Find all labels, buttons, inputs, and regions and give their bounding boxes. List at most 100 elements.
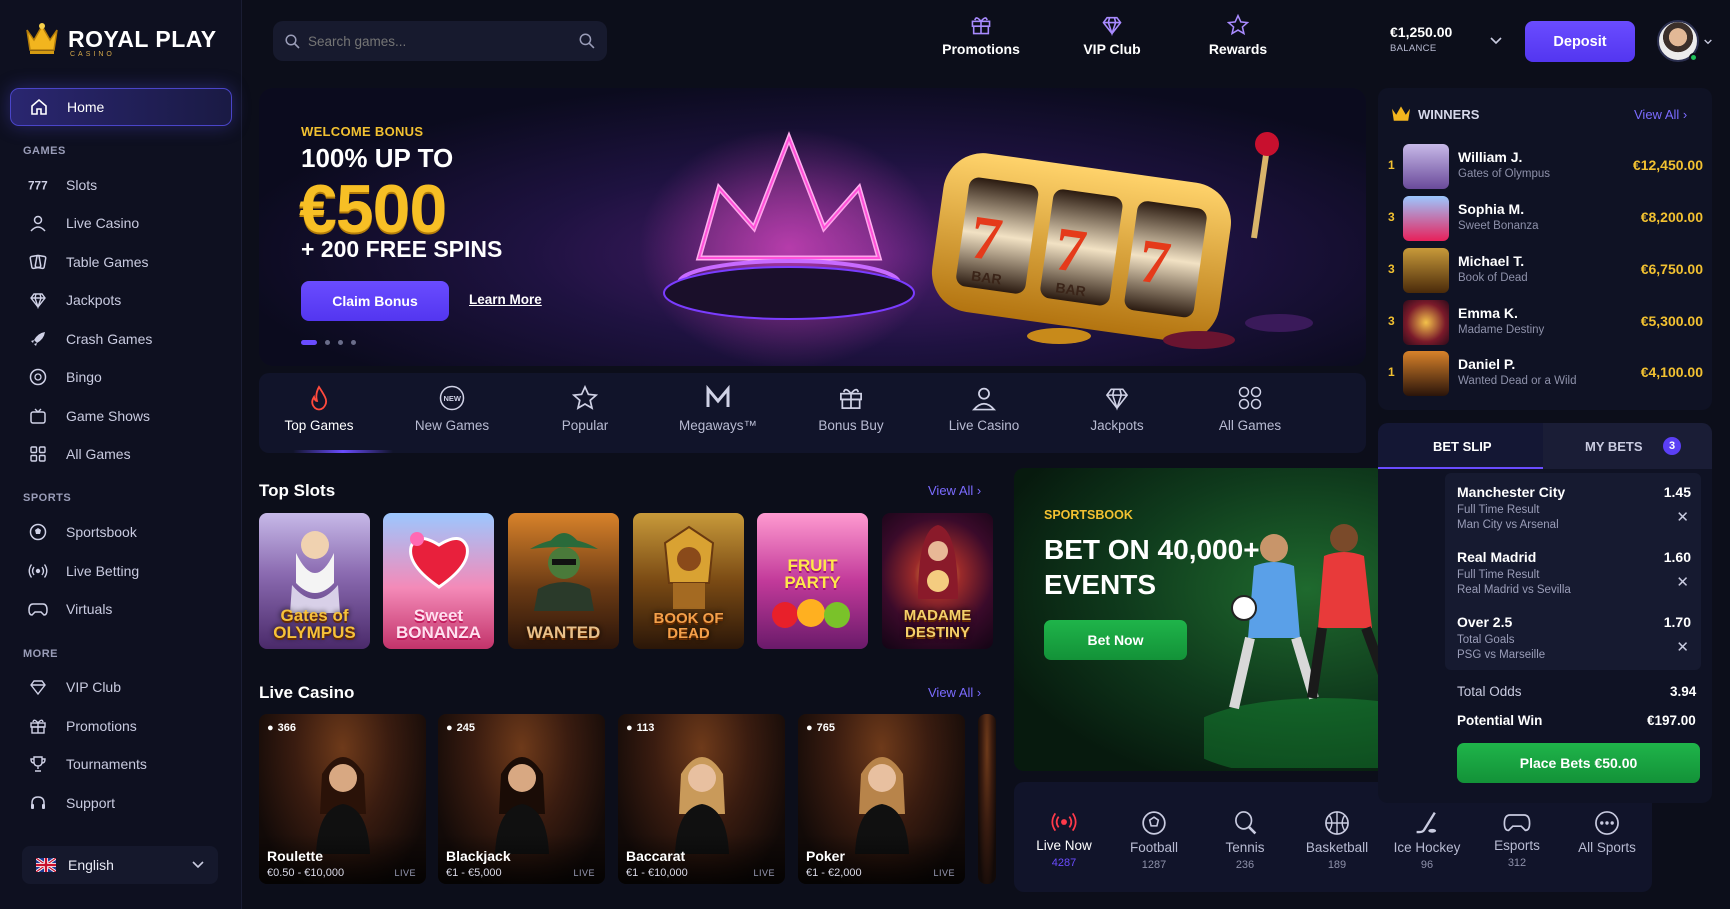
live-casino-view-all[interactable]: View All ›: [928, 685, 981, 700]
winner-row[interactable]: 3 Emma K. Madame Destiny €5,300.00: [1388, 298, 1703, 346]
place-bets-button[interactable]: Place Bets €50.00: [1457, 743, 1700, 783]
sport-ice-hockey[interactable]: Ice Hockey 96: [1382, 810, 1472, 871]
game-tile-fruit-party[interactable]: FRUIT PARTY: [757, 513, 868, 649]
sport-label: Tennis: [1225, 840, 1265, 855]
learn-more-link[interactable]: Learn More: [469, 292, 542, 307]
game-tile-gates-of-olympus[interactable]: Gates of OLYMPUS: [259, 513, 370, 649]
top-nav-promotions[interactable]: Promotions: [940, 14, 1022, 57]
selection-market: Total Goals: [1457, 634, 1515, 646]
sidebar-item-live-casino[interactable]: Live Casino: [10, 204, 232, 242]
sidebar-item-home[interactable]: Home: [10, 88, 232, 126]
top-slots-view-all[interactable]: View All ›: [928, 483, 981, 498]
sport-all-sports[interactable]: All Sports: [1562, 810, 1652, 855]
sidebar-item-jackpots[interactable]: Jackpots: [10, 281, 232, 319]
language-selector[interactable]: English: [22, 846, 218, 884]
logo[interactable]: ROYAL PLAY: [24, 22, 217, 56]
category-label: All Games: [1218, 418, 1282, 433]
category-live-casino[interactable]: Live Casino: [924, 385, 1044, 433]
live-table-roulette[interactable]: ● 366 Roulette €0.50 - €10,000 LIVE: [259, 714, 426, 884]
search-bar[interactable]: [273, 21, 607, 61]
winner-game-thumb: [1403, 196, 1449, 241]
category-jackpots[interactable]: Jackpots: [1057, 385, 1177, 433]
balance-label: BALANCE: [1390, 43, 1437, 54]
category-bonus-buy[interactable]: Bonus Buy: [791, 385, 911, 433]
bet-selection: Real Madrid Full Time Result Real Madrid…: [1445, 543, 1701, 603]
section-label-more: MORE: [23, 648, 58, 660]
search-input[interactable]: [308, 33, 571, 49]
category-top-games[interactable]: Top Games: [259, 385, 379, 433]
winner-game-thumb: [1403, 144, 1449, 189]
sidebar-item-slots[interactable]: 777 Slots: [10, 166, 232, 204]
football-icon: [28, 522, 48, 542]
sidebar-item-vip-club[interactable]: VIP Club: [10, 668, 232, 706]
category-all-games[interactable]: All Games: [1190, 385, 1310, 433]
sport-label: Esports: [1494, 838, 1540, 853]
sidebar-item-table-games[interactable]: Table Games: [10, 243, 232, 281]
game-tile-wanted[interactable]: WANTED: [508, 513, 619, 649]
sport-basketball[interactable]: Basketball 189: [1292, 810, 1382, 871]
sidebar-item-tournaments[interactable]: Tournaments: [10, 745, 232, 783]
claim-bonus-button[interactable]: Claim Bonus: [301, 281, 449, 321]
diamond-icon: [1104, 385, 1130, 411]
sidebar-item-promotions[interactable]: Promotions: [10, 707, 232, 745]
selection-game: Real Madrid vs Sevilla: [1457, 584, 1571, 596]
player-count: ● 765: [806, 722, 836, 734]
sidebar-item-game-shows[interactable]: Game Shows: [10, 397, 232, 435]
category-new-games[interactable]: NEW New Games: [392, 385, 512, 433]
sidebar-item-bingo[interactable]: Bingo: [10, 358, 232, 396]
sidebar-item-sportsbook[interactable]: Sportsbook: [10, 513, 232, 551]
game-tile-book-of-dead[interactable]: BOOK OF DEAD: [633, 513, 744, 649]
player-count: ● 245: [446, 722, 476, 734]
chevron-down-icon[interactable]: [1704, 39, 1712, 45]
football-icon: [1141, 810, 1167, 836]
winner-row[interactable]: 3 Sophia M. Sweet Bonanza €8,200.00: [1388, 194, 1703, 242]
sidebar-item-crash-games[interactable]: Crash Games: [10, 320, 232, 358]
sport-label: Football: [1129, 840, 1179, 855]
sport-count: 312: [1507, 857, 1527, 869]
tab-my-bets[interactable]: MY BETS 3: [1543, 423, 1712, 469]
game-tile-sweet-bonanza[interactable]: Sweet BONANZA: [383, 513, 494, 649]
live-table-baccarat[interactable]: ● 113 Baccarat €1 - €10,000 LIVE: [618, 714, 785, 884]
close-icon[interactable]: ✕: [1676, 573, 1689, 591]
category-megaways[interactable]: Megaways™: [658, 385, 778, 433]
game-tile-madame-destiny[interactable]: MADAME DESTINY: [882, 513, 993, 649]
diamond-icon: [28, 290, 48, 310]
search-submit-icon[interactable]: [579, 33, 595, 49]
close-icon[interactable]: ✕: [1676, 638, 1689, 656]
bet-now-button[interactable]: Bet Now: [1044, 620, 1187, 660]
close-icon[interactable]: ✕: [1676, 508, 1689, 526]
carousel-dot[interactable]: [301, 340, 317, 345]
carousel-dot[interactable]: [338, 340, 343, 345]
winner-rank: 3: [1388, 262, 1395, 276]
live-table-poker[interactable]: ● 765 Poker €1 - €2,000 LIVE: [798, 714, 965, 884]
winner-row[interactable]: 1 William J. Gates of Olympus €12,450.00: [1388, 142, 1703, 190]
carousel-dot[interactable]: [325, 340, 330, 345]
sport-label: All Sports: [1578, 840, 1636, 855]
top-nav-vip-club[interactable]: VIP Club: [1072, 14, 1152, 57]
total-odds-label: Total Odds: [1457, 684, 1522, 699]
carousel-dot[interactable]: [351, 340, 356, 345]
live-table-blackjack[interactable]: ● 245 Blackjack €1 - €5,000 LIVE: [438, 714, 605, 884]
winners-view-all[interactable]: View All ›: [1634, 107, 1687, 122]
winner-row[interactable]: 1 Daniel P. Wanted Dead or a Wild €4,100…: [1388, 349, 1703, 397]
top-nav-label: Rewards: [1208, 41, 1268, 57]
winner-row[interactable]: 3 Michael T. Book of Dead €6,750.00: [1388, 246, 1703, 294]
slot-title: Sweet BONANZA: [396, 606, 481, 642]
balance-widget[interactable]: €1,250.00 BALANCE: [1390, 24, 1500, 60]
top-nav-rewards[interactable]: Rewards: [1198, 14, 1278, 57]
dealer-icon: [971, 385, 997, 411]
sport-football[interactable]: Football 1287: [1109, 810, 1199, 871]
sidebar-item-live-betting[interactable]: Live Betting: [10, 552, 232, 590]
chevron-down-icon[interactable]: [1490, 37, 1502, 45]
deposit-button[interactable]: Deposit: [1525, 21, 1635, 62]
live-table-partial[interactable]: [978, 714, 996, 884]
sport-tennis[interactable]: Tennis 236: [1200, 810, 1290, 871]
sidebar-item-support[interactable]: Support: [10, 784, 232, 822]
sport-live-now[interactable]: Live Now 4287: [1019, 810, 1109, 869]
sidebar-item-virtuals[interactable]: Virtuals: [10, 590, 232, 628]
sidebar-item-all-games[interactable]: All Games: [10, 435, 232, 473]
total-odds-value: 3.94: [1670, 684, 1697, 699]
tab-bet-slip[interactable]: BET SLIP: [1378, 423, 1543, 469]
category-popular[interactable]: Popular: [525, 385, 645, 433]
sport-esports[interactable]: Esports 312: [1472, 810, 1562, 869]
